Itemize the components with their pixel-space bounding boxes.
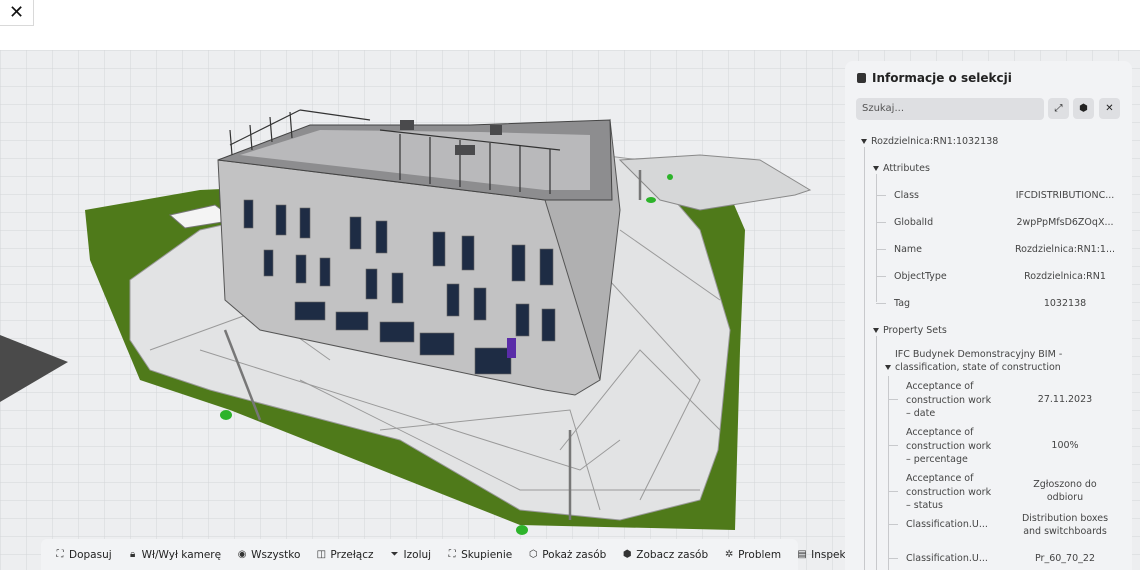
fit-icon: ⛶ — [56, 548, 64, 560]
close-button[interactable]: ✕ — [0, 0, 34, 26]
eye-icon: ◉ — [237, 548, 247, 560]
prop-key-classification-2: Classification.U... — [906, 553, 988, 564]
view-asset-label: Zobacz zasób — [636, 548, 709, 561]
panel-header: Informacje o selekcji — [857, 71, 1012, 85]
tree-node-pset[interactable]: IFC Budynek Demonstracyjny BIM - classif… — [885, 348, 1062, 374]
filter-icon: ⏷ — [390, 548, 399, 560]
attr-value-objecttype: Rozdzielnica:RN1 — [1024, 271, 1106, 282]
problem-label: Problem — [738, 548, 782, 561]
view-asset-button[interactable]: ⬢ Zobacz zasób — [614, 539, 716, 570]
prop-key-classification-1: Classification.U... — [906, 519, 988, 530]
cube-icon: ⬢ — [622, 548, 632, 560]
highlighted-element[interactable] — [507, 338, 516, 358]
camera-toggle-button[interactable]: 🔒︎ Wł/Wył kamerę — [120, 539, 229, 570]
close-icon: ✕ — [1105, 103, 1114, 114]
top-bar: ✕ — [0, 0, 1140, 50]
toggle-icon: ◫ — [316, 548, 327, 560]
tree-node-attributes[interactable]: Attributes — [873, 163, 930, 174]
panel-close-button[interactable]: ✕ — [1099, 98, 1120, 119]
info-icon — [857, 73, 866, 83]
clipboard-icon: ▤ — [797, 548, 807, 560]
prop-key-acceptance-percentage: Acceptance of construction work – percenta… — [906, 427, 992, 465]
prop-value-classification-1: Distribution boxes and switchboards — [1021, 513, 1109, 537]
attr-key-globalid: GlobalId — [894, 217, 934, 228]
show-all-label: Wszystko — [251, 548, 301, 561]
fit-label: Dopasuj — [69, 548, 112, 561]
attr-key-class: Class — [894, 190, 919, 201]
attr-value-globalid: 2wpPpMfsD6ZOqX... — [1016, 217, 1114, 228]
chevron-down-icon — [885, 365, 891, 370]
lock-icon: 🔒︎ — [129, 548, 136, 560]
prop-key-acceptance-status: Acceptance of construction work – status — [906, 473, 992, 511]
tree-node-root[interactable]: Rozdzielnica:RN1:1032138 — [861, 136, 998, 147]
prop-value-acceptance-percentage: 100% — [1051, 440, 1079, 451]
property-sets-label: Property Sets — [883, 325, 947, 336]
search-input[interactable]: Szukaj... — [856, 98, 1044, 120]
show-asset-label: Pokaż zasób — [542, 548, 607, 561]
bug-icon: ✲ — [724, 548, 734, 560]
chevron-down-icon — [861, 139, 867, 144]
isolate-label: Izoluj — [403, 548, 432, 561]
camera-toggle-label: Wł/Wył kamerę — [141, 548, 222, 561]
attr-value-name: Rozdzielnica:RN1:1... — [1014, 244, 1116, 255]
show-asset-button[interactable]: ⬡ Pokaż zasób — [520, 539, 614, 570]
export-button[interactable]: ⬢ — [1073, 98, 1094, 119]
fit-button[interactable]: ⛶ Dopasuj — [47, 539, 120, 570]
cube-icon: ⬡ — [528, 548, 538, 560]
export-icon: ⬢ — [1079, 103, 1088, 114]
toggle-button[interactable]: ◫ Przełącz — [308, 539, 381, 570]
prop-value-acceptance-status: Zgłoszono do odbioru — [1033, 479, 1097, 503]
bottom-toolbar: ⛶ Dopasuj 🔒︎ Wł/Wył kamerę ◉ Wszystko ◫ Prze… — [41, 539, 861, 570]
attr-key-name: Name — [894, 244, 923, 255]
focus-button[interactable]: ⛶ Skupienie — [439, 539, 520, 570]
focus-label: Skupienie — [461, 548, 513, 561]
attr-key-objecttype: ObjectType — [894, 271, 947, 282]
isolate-button[interactable]: ⏷ Izoluj — [382, 539, 440, 570]
prop-value-classification-2: Pr_60_70_22 — [1035, 553, 1095, 564]
tree-node-property-sets[interactable]: Property Sets — [873, 325, 947, 336]
panel-title: Informacje o selekcji — [872, 71, 1012, 85]
show-all-button[interactable]: ◉ Wszystko — [229, 539, 308, 570]
attr-value-tag: 1032138 — [1043, 298, 1087, 309]
chevron-down-icon — [873, 166, 879, 171]
expand-button[interactable]: ⤢ — [1048, 98, 1069, 119]
attr-key-tag: Tag — [894, 298, 911, 309]
expand-icon: ⤢ — [1054, 103, 1063, 114]
selection-info-panel: Informacje o selekcji Szukaj... ⤢ ⬢ ✕ Ro… — [845, 61, 1132, 570]
focus-icon: ⛶ — [448, 548, 456, 560]
tree-root-label: Rozdzielnica:RN1:1032138 — [871, 136, 999, 147]
toggle-label: Przełącz — [330, 548, 374, 561]
chevron-down-icon — [873, 328, 879, 333]
attributes-label: Attributes — [883, 163, 930, 174]
problem-button[interactable]: ✲ Problem — [716, 539, 789, 570]
pset-name-line2: classification, state of construction — [895, 362, 1061, 373]
prop-key-acceptance-date: Acceptance of construction work – date — [906, 381, 992, 419]
pset-name-line1: IFC Budynek Demonstracyjny BIM - — [895, 349, 1063, 360]
attr-value-class: IFCDISTRIBUTIONC... — [1015, 190, 1115, 201]
close-icon: ✕ — [8, 2, 25, 23]
prop-value-acceptance-date: 27.11.2023 — [1037, 394, 1093, 405]
